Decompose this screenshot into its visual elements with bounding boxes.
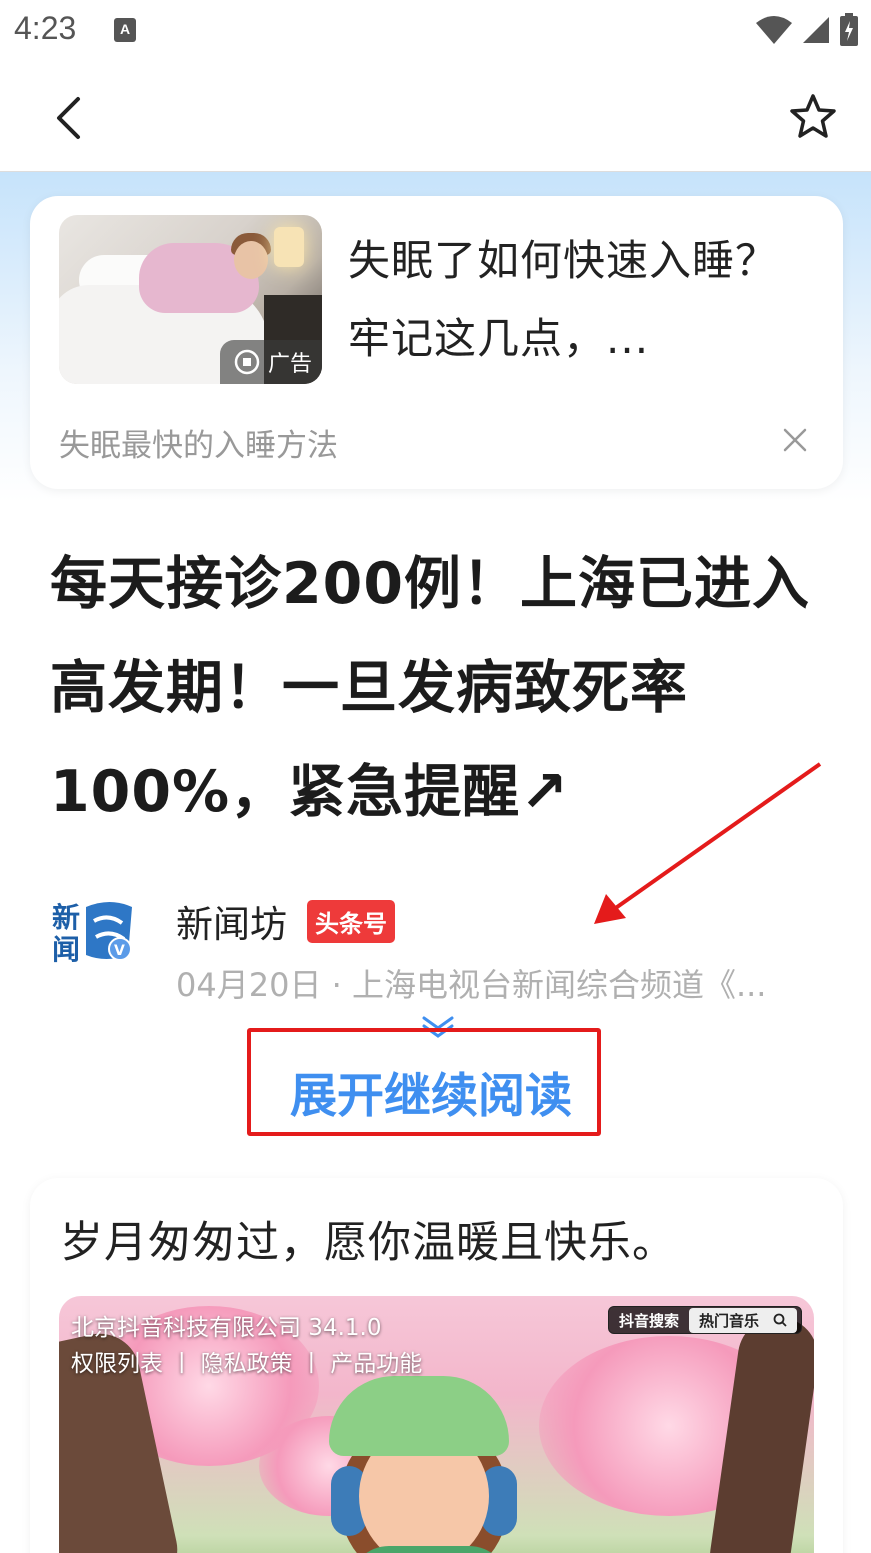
ad-title[interactable]: 失眠了如何快速入睡？牢记这几点，... xyxy=(348,222,788,378)
ad-badge: 广告 xyxy=(219,340,322,384)
close-icon[interactable] xyxy=(781,426,809,454)
ad-card[interactable]: 广告 失眠了如何快速入睡？牢记这几点，... 失眠最快的入睡方法 xyxy=(30,196,843,489)
article-meta: 04月20日 · 上海电视台新闻综合频道《... xyxy=(176,966,767,1004)
author-name-row: 新闻坊 头条号 xyxy=(176,894,395,948)
video-company-text: 北京抖音科技有限公司 34.1.0 xyxy=(71,1315,382,1341)
ad-image[interactable]: 广告 xyxy=(59,215,322,384)
author-badge: 头条号 xyxy=(307,899,395,943)
favorite-button[interactable] xyxy=(785,88,841,144)
author-avatar[interactable]: 新 闻 V xyxy=(50,877,138,987)
ad-badge-label: 广告 xyxy=(267,352,312,377)
svg-text:V: V xyxy=(114,943,125,959)
signal-icon xyxy=(803,17,829,43)
video-thumbnail[interactable]: 北京抖音科技有限公司 34.1.0 权限列表 丨 隐私政策 丨 产品功能 抖音搜… xyxy=(59,1296,814,1553)
content-area: 广告 失眠了如何快速入睡？牢记这几点，... 失眠最快的入睡方法 每天接诊200… xyxy=(0,172,871,1553)
video-search-bar: 抖音搜索 热门音乐 xyxy=(607,1306,802,1334)
notification-icon: A xyxy=(114,18,136,42)
annotation-arrow xyxy=(594,762,822,924)
video-links-text: 权限列表 丨 隐私政策 丨 产品功能 xyxy=(71,1351,423,1377)
search-icon xyxy=(773,1313,787,1327)
status-time: 4:23 xyxy=(14,10,77,46)
svg-text:闻: 闻 xyxy=(52,933,80,966)
chevron-left-icon xyxy=(57,97,80,139)
ad-subtitle: 失眠最快的入睡方法 xyxy=(59,428,338,464)
ad-indicator-icon xyxy=(234,349,260,375)
wifi-icon xyxy=(756,16,792,44)
back-button[interactable] xyxy=(44,90,94,146)
post-card[interactable]: 岁月匆匆过，愿你温暖且快乐。 北京抖音科技有限公司 34.1.0 权限列表 丨 … xyxy=(30,1178,843,1553)
battery-icon xyxy=(840,13,858,46)
post-text: 岁月匆匆过，愿你温暖且快乐。 xyxy=(60,1218,676,1268)
annotation-highlight-box xyxy=(247,1028,601,1136)
status-bar: 4:23 A xyxy=(0,0,871,62)
svg-text:新: 新 xyxy=(52,901,80,934)
author-name[interactable]: 新闻坊 xyxy=(176,894,287,948)
video-search-field: 热门音乐 xyxy=(688,1307,797,1333)
video-search-tag: 抖音搜索 xyxy=(618,1311,679,1330)
video-search-text: 热门音乐 xyxy=(698,1311,759,1330)
status-icons xyxy=(755,12,859,48)
app-bar xyxy=(0,62,871,172)
star-icon xyxy=(790,94,836,138)
